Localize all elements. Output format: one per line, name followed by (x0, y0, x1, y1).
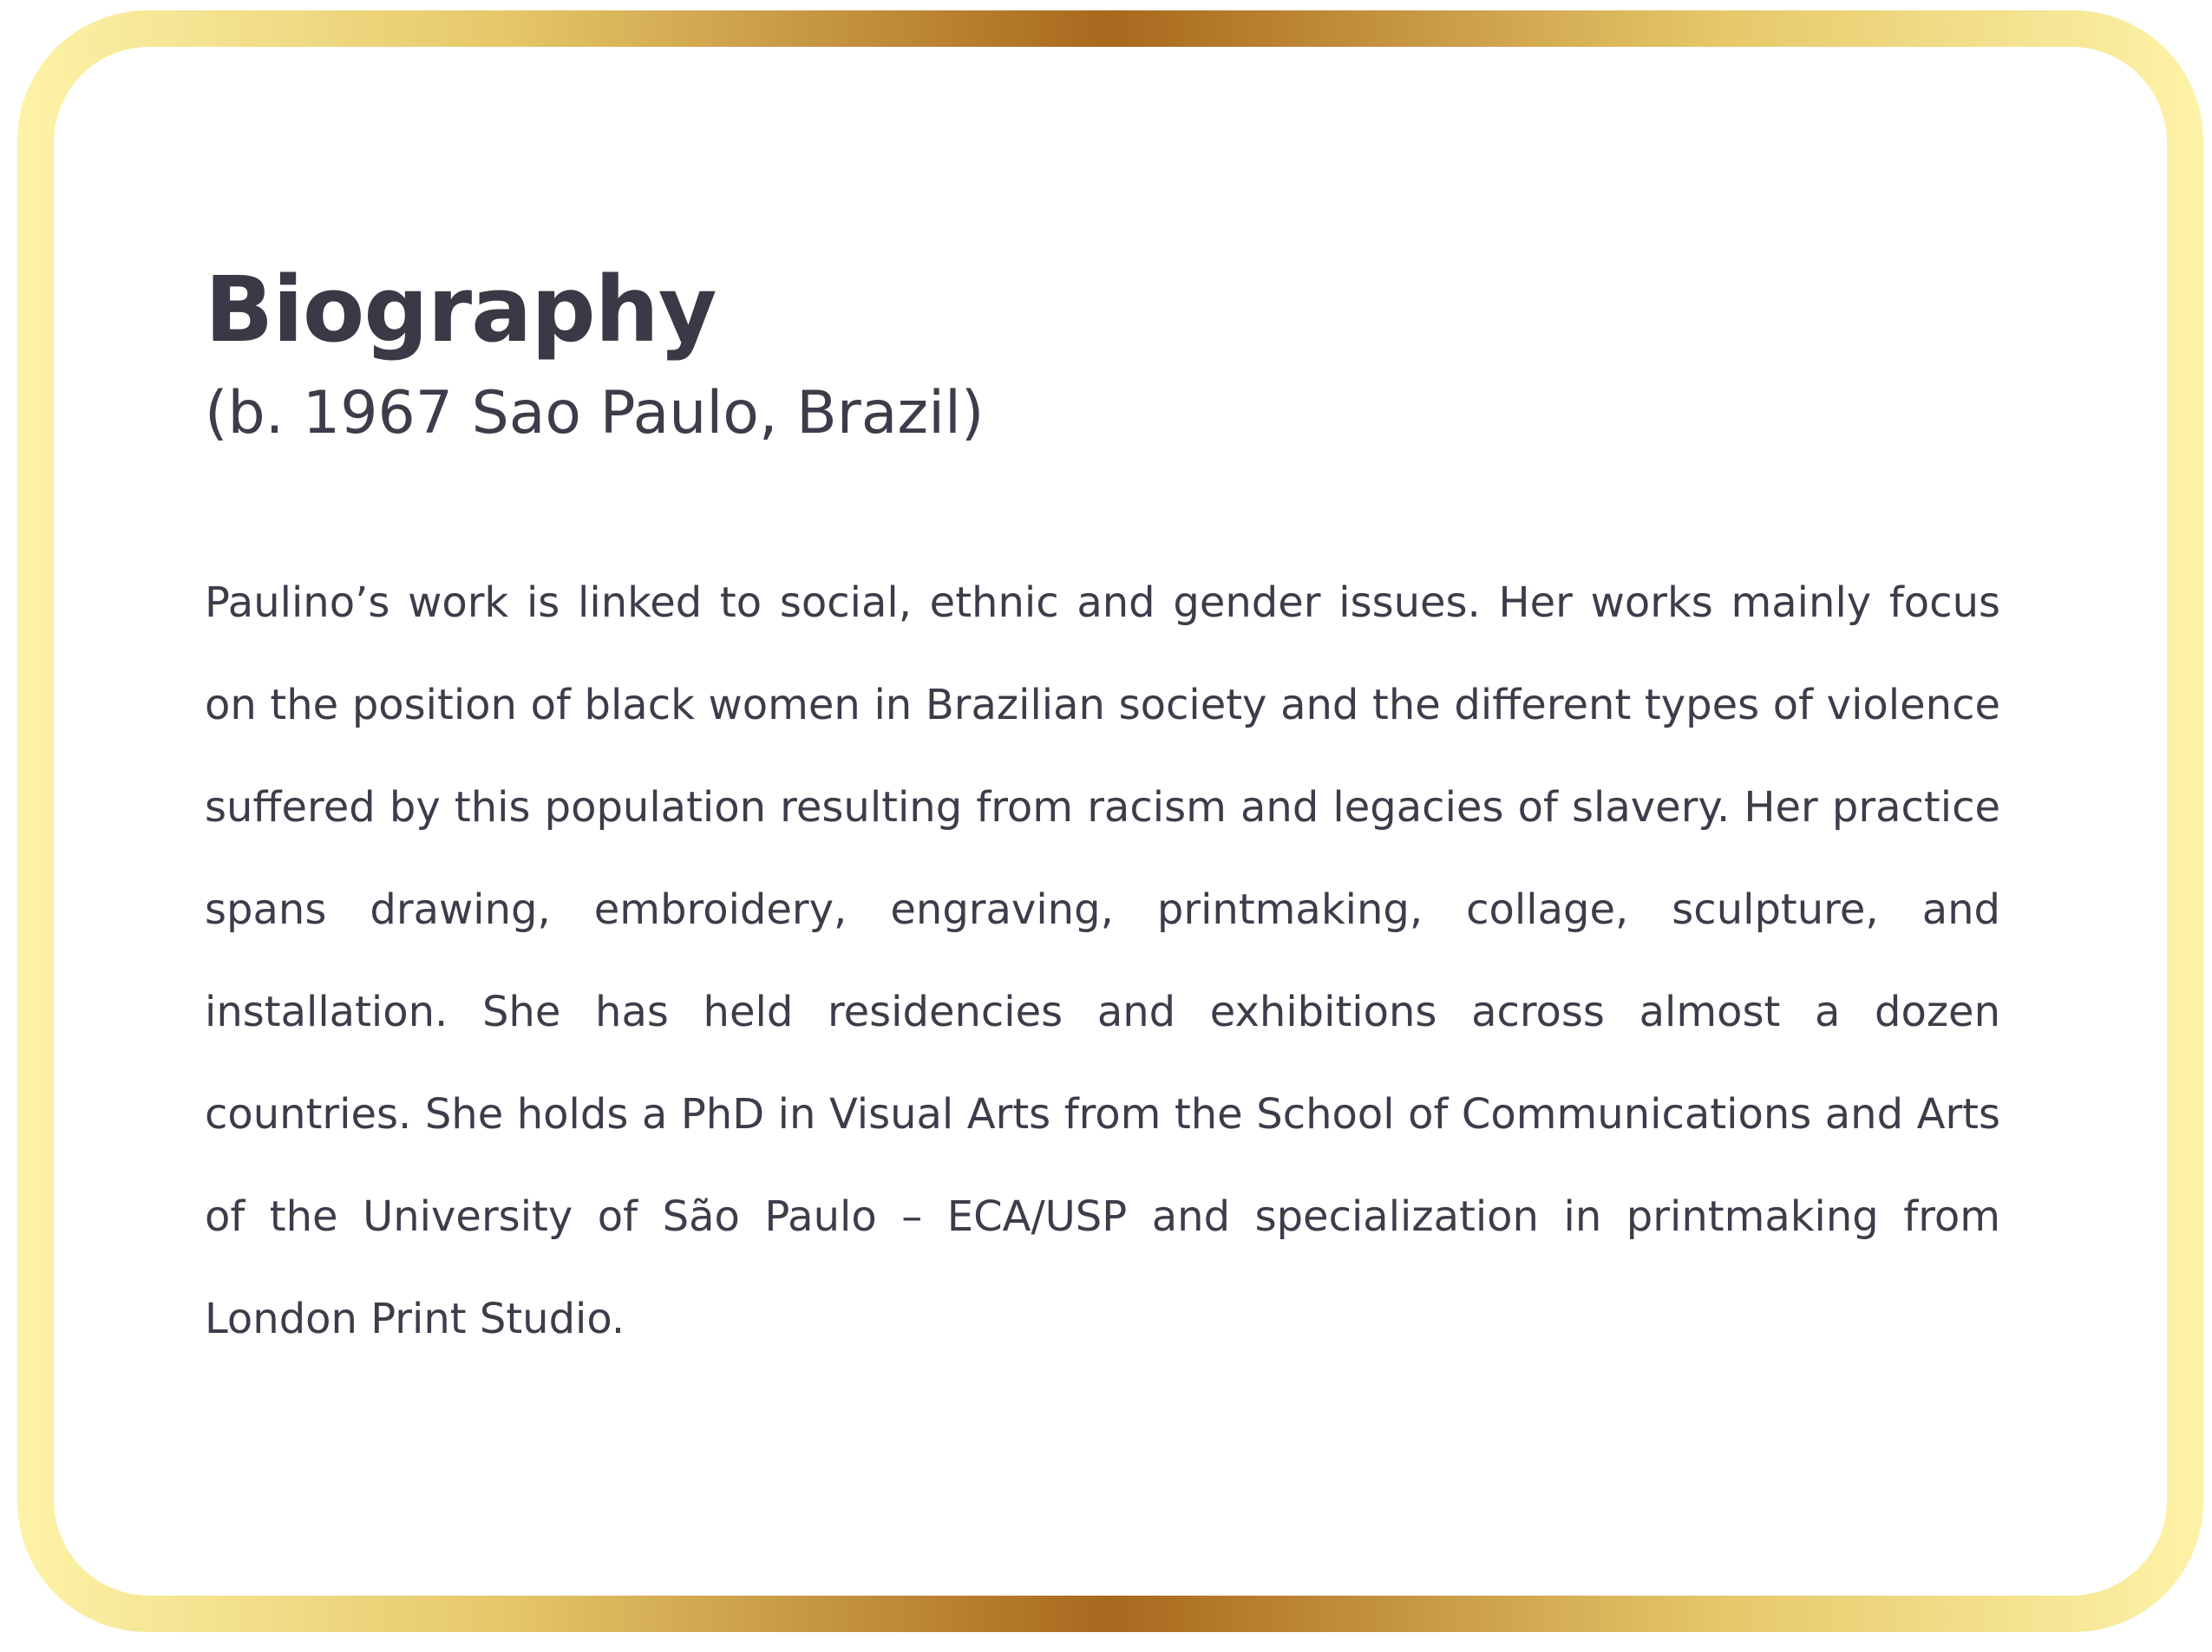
birth-info-subtitle: (b. 1967 Sao Paulo, Brazil) (205, 379, 985, 448)
page-title: Biography (205, 257, 717, 362)
biography-paragraph: Paulino’s work is linked to social, ethn… (205, 578, 2000, 1343)
biography-content: Biography (b. 1967 Sao Paulo, Brazil) Pa… (205, 260, 2000, 1370)
